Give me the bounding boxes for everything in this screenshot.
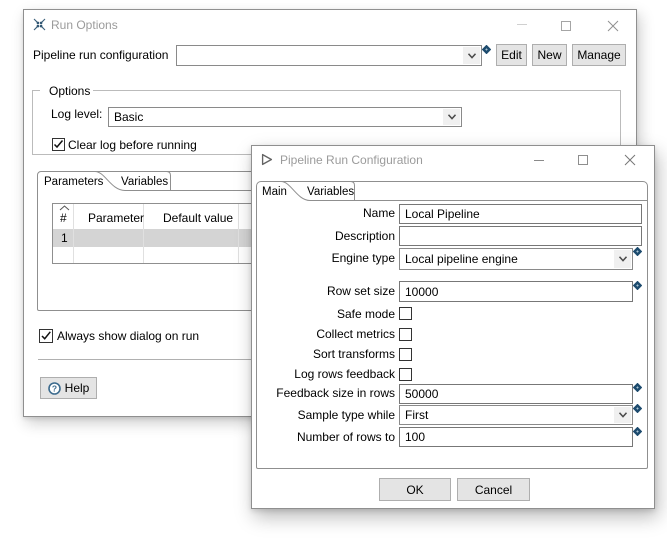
- svg-text:?: ?: [52, 383, 57, 393]
